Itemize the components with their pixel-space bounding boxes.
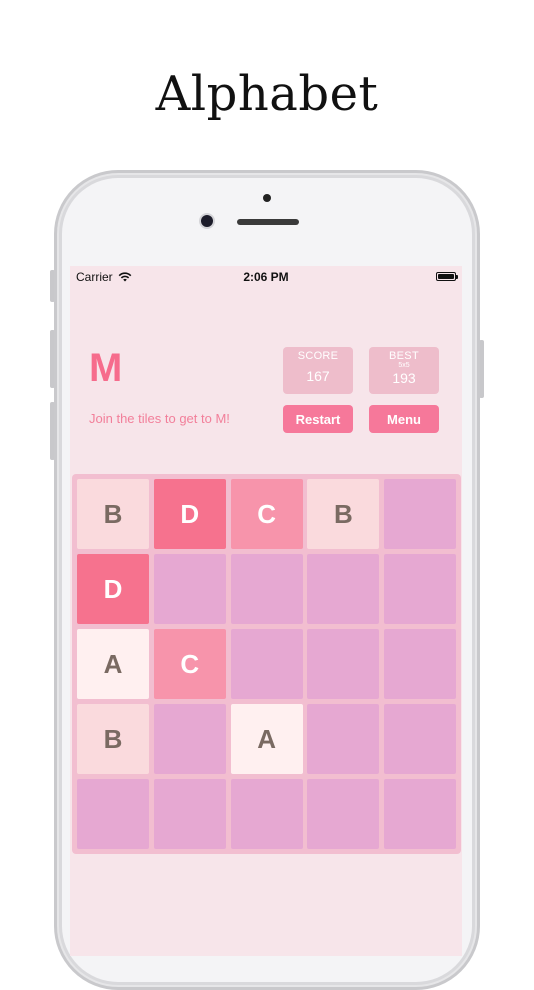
best-mode-label: 5x5 <box>398 362 410 369</box>
tile-d: D <box>77 554 149 624</box>
phone-sensor <box>263 194 271 202</box>
empty-cell <box>153 704 226 774</box>
tile-d: D <box>153 479 226 549</box>
tile-c: C <box>153 629 226 699</box>
empty-cell <box>230 554 303 624</box>
game-instructions: Join the tiles to get to M! <box>89 411 230 426</box>
empty-cell <box>307 554 380 624</box>
status-time: 2:06 PM <box>243 270 289 284</box>
best-score-box: BEST 5x5 193 <box>369 347 439 394</box>
tile-a: A <box>77 629 149 699</box>
phone-screen: Carrier 2:06 PM M Join the tiles to get … <box>70 266 462 956</box>
empty-cell <box>384 629 457 699</box>
empty-cell <box>384 704 457 774</box>
empty-cell <box>230 779 303 849</box>
score-value: 167 <box>306 368 330 384</box>
empty-cell <box>77 779 149 849</box>
best-label: BEST <box>389 350 419 362</box>
score-label: SCORE <box>297 350 339 362</box>
front-camera <box>201 215 213 227</box>
tile-b: B <box>307 479 380 549</box>
empty-cell <box>307 629 380 699</box>
empty-cell <box>153 554 226 624</box>
empty-cell <box>384 779 457 849</box>
tile-b: B <box>77 479 149 549</box>
menu-button[interactable]: Menu <box>369 405 439 433</box>
restart-button[interactable]: Restart <box>283 405 353 433</box>
best-value: 193 <box>392 370 416 386</box>
battery-icon <box>436 272 458 281</box>
empty-cell <box>384 554 457 624</box>
empty-cell <box>230 629 303 699</box>
tile-c: C <box>230 479 303 549</box>
game-board[interactable]: BDCBDACBA <box>72 474 461 854</box>
tile-b: B <box>77 704 149 774</box>
app-headline: Alphabet <box>155 66 379 122</box>
target-letter: M <box>89 346 123 390</box>
empty-cell <box>384 479 457 549</box>
score-box: SCORE 167 <box>283 347 353 394</box>
empty-cell <box>307 704 380 774</box>
earpiece-speaker <box>237 219 299 225</box>
empty-cell <box>153 779 226 849</box>
tile-a: A <box>230 704 303 774</box>
empty-cell <box>307 779 380 849</box>
